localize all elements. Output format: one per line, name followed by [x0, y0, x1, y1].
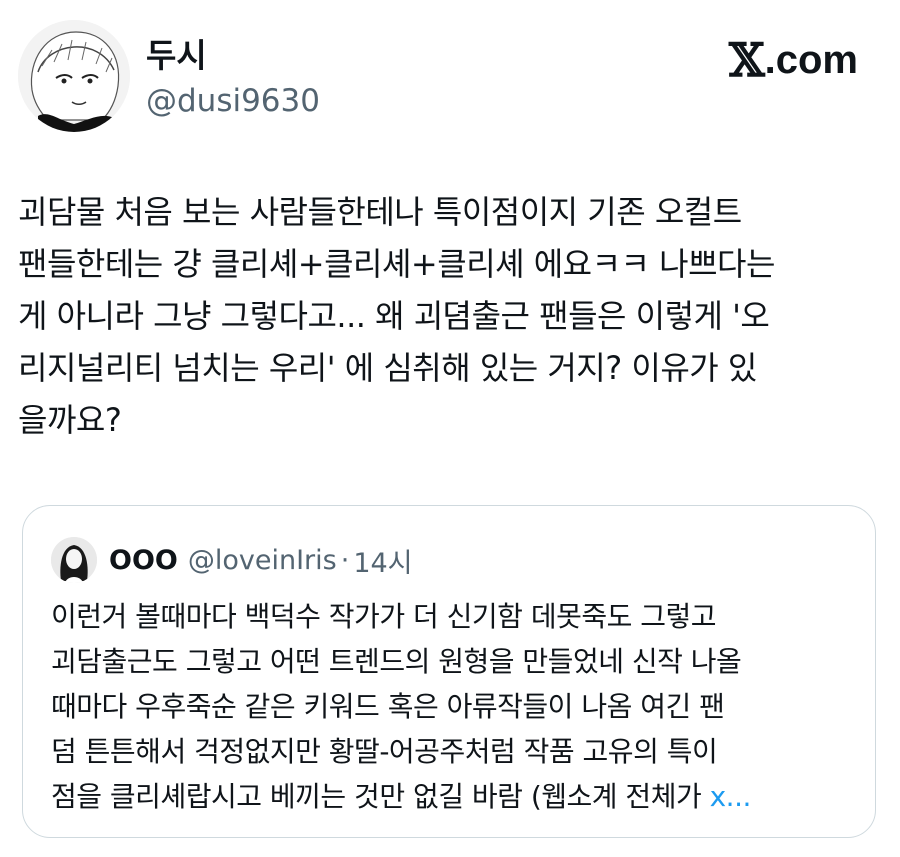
author-avatar-illustration: [18, 20, 130, 132]
quoted-avatar-illustration: [51, 537, 97, 583]
tweet-text-line: 괴담물 처음 보는 사람들한테나 특이점이지 기존 오컬트: [18, 193, 742, 231]
quoted-tweet-card[interactable]: OOO @loveinIris · 14시 이런거 볼때마다 백덕수 작가가 더…: [22, 505, 876, 838]
tweet-text: 괴담물 처음 보는 사람들한테나 특이점이지 기존 오컬트 팬들한테는 걍 클리…: [18, 186, 888, 446]
quoted-author-name[interactable]: OOO: [109, 545, 178, 576]
quoted-text-line-content: 점을 클리셰랍시고 베끼는 것만 없길 바람 (웹소계 전체가: [51, 780, 710, 813]
quoted-text-line: 때마다 우후죽순 같은 키워드 혹은 아류작들이 나옴 여긴 팬: [51, 690, 725, 723]
tweet-text-line: 을까요?: [18, 401, 122, 439]
author-handle[interactable]: @dusi9630: [146, 80, 320, 122]
x-logo-icon: 𝕏: [728, 33, 765, 87]
tweet-text-line: 팬들한테는 걍 클리셰+클리셰+클리셰 에요ㅋㅋ 나쁘다는: [18, 245, 775, 283]
tweet-text-line: 게 아니라 그냥 그렇다고... 왜 괴뎜출근 팬들은 이렇게 '오: [18, 297, 770, 335]
quoted-tweet-header: OOO @loveinIris · 14시: [51, 536, 413, 584]
quoted-author-avatar[interactable]: [51, 537, 97, 583]
author-avatar[interactable]: [18, 20, 130, 132]
quoted-text-line: 점을 클리셰랍시고 베끼는 것만 없길 바람 (웹소계 전체가 x...: [51, 774, 861, 819]
quoted-text-line: 이런거 볼때마다 백덕수 작가가 더 신기함 데못죽도 그렇고: [51, 600, 717, 633]
quoted-tweet-time[interactable]: 14시: [353, 541, 412, 580]
quoted-text-truncated-link[interactable]: x...: [710, 780, 752, 813]
quoted-tweet-text: 이런거 볼때마다 백덕수 작가가 더 신기함 데못죽도 그렇고 괴담출근도 그렇…: [51, 594, 861, 819]
quoted-text-line: 괴담출근도 그렇고 어떤 트렌드의 원형을 만들었네 신작 나올: [51, 645, 742, 678]
author-display-name[interactable]: 두시: [146, 34, 207, 78]
quoted-text-line: 덤 튼튼해서 걱정없지만 황딸-어공주처럼 작품 고유의 특이: [51, 735, 718, 768]
quoted-author-handle[interactable]: @loveinIris: [188, 545, 337, 576]
x-com-logo: 𝕏 .com: [729, 36, 858, 84]
tweet-text-line: 리지널리티 넘치는 우리' 에 심취해 있는 거지? 이유가 있: [18, 349, 757, 387]
brand-domain-text: .com: [764, 38, 858, 82]
separator-dot: ·: [340, 544, 350, 576]
